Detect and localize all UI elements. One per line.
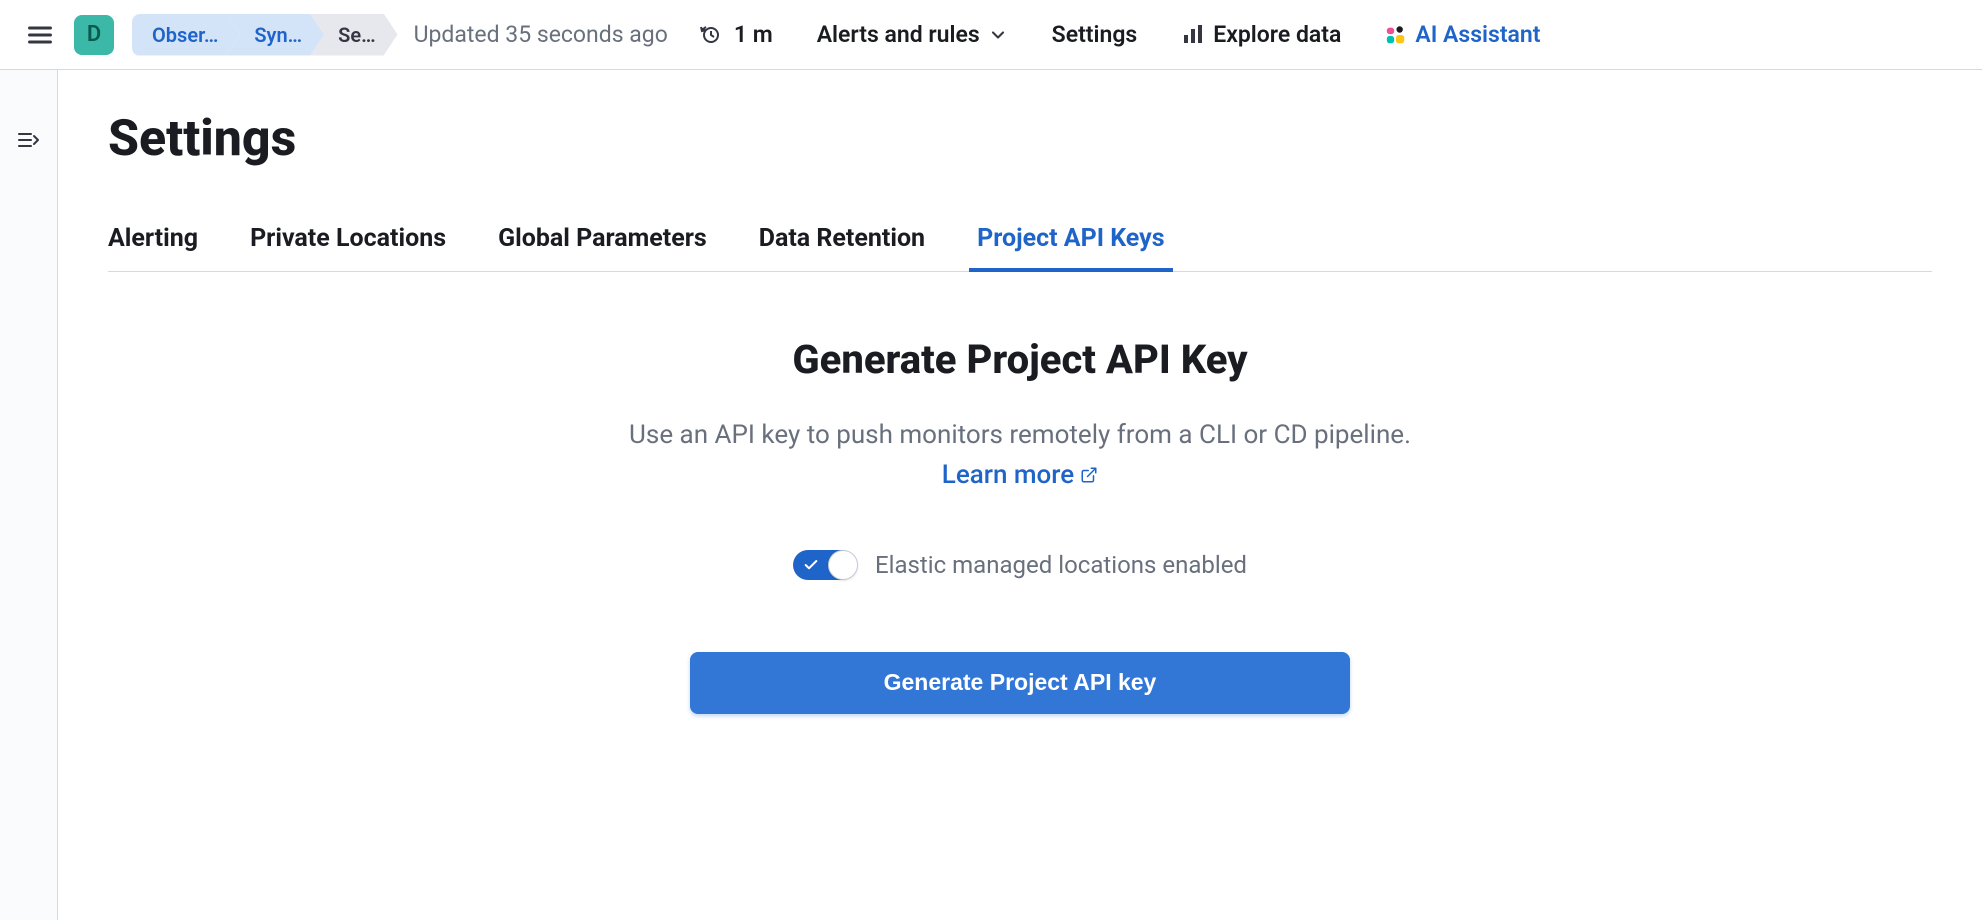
settings-tabs: Alerting Private Locations Global Parame… [108,216,1932,272]
clock-refresh-icon [698,23,722,47]
section-heading: Generate Project API Key [600,336,1440,383]
space-letter: D [87,22,101,47]
main-content: Settings Alerting Private Locations Glob… [58,70,1982,920]
breadcrumb-observability[interactable]: Obser… [132,14,240,56]
check-icon [803,557,819,573]
tab-global-parameters[interactable]: Global Parameters [498,216,707,271]
ai-assistant-icon [1385,24,1407,46]
api-key-section: Generate Project API Key Use an API key … [600,336,1440,714]
elastic-locations-toggle[interactable] [793,550,857,580]
chevron-down-icon [988,25,1008,45]
external-link-icon [1080,466,1098,484]
toggle-label: Elastic managed locations enabled [875,551,1247,579]
breadcrumbs: Obser… Syn… Se… [132,14,398,56]
refresh-interval[interactable]: 1 m [698,21,773,48]
toggle-row: Elastic managed locations enabled [600,550,1440,580]
main-layout: Settings Alerting Private Locations Glob… [0,70,1982,920]
hamburger-menu-icon[interactable] [24,19,56,51]
nav-settings[interactable]: Settings [1052,21,1138,48]
collapsed-sidebar [0,70,58,920]
expand-sidebar-icon[interactable] [17,130,41,920]
tab-data-retention[interactable]: Data Retention [759,216,925,271]
tab-project-api-keys[interactable]: Project API Keys [977,216,1165,271]
bar-chart-icon [1181,23,1205,47]
nav-explore-data[interactable]: Explore data [1181,21,1341,48]
tab-alerting[interactable]: Alerting [108,216,198,271]
nav-ai-assistant[interactable]: AI Assistant [1385,21,1540,48]
refresh-interval-value: 1 m [734,21,773,48]
space-avatar[interactable]: D [74,15,114,55]
section-description: Use an API key to push monitors remotely… [600,415,1440,496]
learn-more-link[interactable]: Learn more [942,455,1098,495]
page-title: Settings [108,110,1932,168]
updated-timestamp: Updated 35 seconds ago [414,21,668,48]
generate-api-key-button[interactable]: Generate Project API key [690,652,1350,714]
toggle-knob [828,550,858,580]
nav-alerts-rules[interactable]: Alerts and rules [817,21,1008,48]
top-bar: D Obser… Syn… Se… Updated 35 seconds ago… [0,0,1982,70]
tab-private-locations[interactable]: Private Locations [250,216,446,271]
breadcrumb-synthetics[interactable]: Syn… [226,14,324,56]
